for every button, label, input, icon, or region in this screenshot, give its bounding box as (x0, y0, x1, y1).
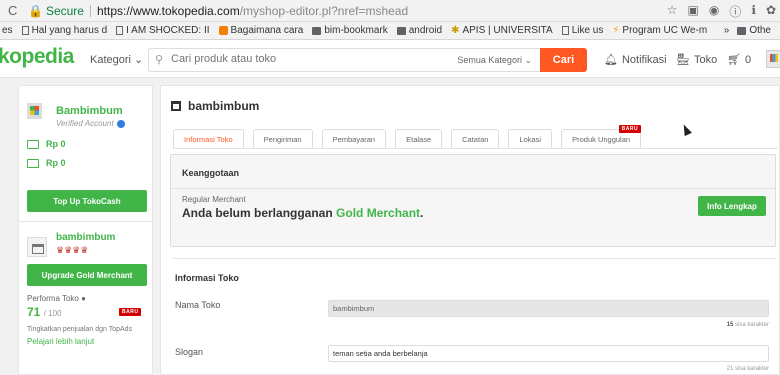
tab-produk-unggulan[interactable]: Produk Unggulan BARU (561, 125, 642, 149)
search-category-select[interactable]: Semua Kategori ⌄ (457, 55, 532, 66)
new-badge: BARU (618, 125, 642, 133)
folder-icon (737, 26, 747, 35)
topads-text: Tingkatkan penjualan dgn TopAds (27, 326, 133, 333)
browser-address-bar[interactable]: C 🔒 Secure https://www.tokopedia.com/mys… (0, 0, 780, 22)
tab-etalase[interactable]: Etalase (395, 129, 443, 149)
kategori-dropdown[interactable]: Kategori ⌄ (90, 53, 143, 66)
tab-informasi-toko[interactable]: Informasi Toko (173, 129, 244, 149)
slogan-label: Slogan (175, 347, 204, 357)
shop-avatar[interactable] (27, 237, 47, 257)
membership-box: Keanggotaan Regular Merchant Anda belum … (170, 154, 776, 247)
learn-more-link[interactable]: Pelajari lebih lanjut (27, 337, 94, 346)
user-avatar[interactable] (766, 50, 780, 68)
membership-status: Anda belum berlangganan Gold Merchant. (182, 206, 424, 220)
page-icon (21, 26, 29, 35)
store-icon (171, 101, 181, 111)
bookmark-item[interactable]: Bagaimana cara (218, 25, 303, 36)
lock-icon: 🔒 (28, 3, 43, 18)
bookmark-item[interactable]: Like us (561, 25, 603, 36)
section-divider (173, 258, 776, 259)
script-icon[interactable]: ℹ (751, 3, 756, 20)
reload-icon[interactable]: C (8, 3, 20, 18)
profile-avatar[interactable] (27, 103, 42, 119)
info-lengkap-button[interactable]: Info Lengkap (698, 196, 766, 216)
performa-value: 71 / 100 (27, 305, 62, 319)
tab-lokasi[interactable]: Lokasi (508, 129, 553, 149)
bookmarks-bar: es Hal yang harus d I AM SHOCKED: II Bag… (0, 22, 780, 40)
nama-toko-field (328, 300, 769, 317)
keanggotaan-heading: Keanggotaan (182, 168, 240, 178)
notifikasi-link[interactable]: 🔔︎ Notifikasi (604, 53, 667, 67)
reputation-medals-icon: ♛♛♛♛ (56, 245, 89, 255)
informasi-toko-heading: Informasi Toko (175, 273, 239, 283)
page-icon (561, 26, 569, 35)
folder-icon (312, 26, 322, 35)
tab-divider (173, 148, 778, 149)
tokocash-row[interactable]: Rp 0 (27, 158, 66, 168)
more-bookmarks[interactable]: » (724, 25, 730, 36)
bookmark-item[interactable]: ✱ APIS | UNIVERSITA (451, 25, 553, 36)
search-icon: ⚲ (155, 54, 164, 66)
bookmark-folder[interactable]: bim-bookmark (312, 25, 388, 36)
saldo-row[interactable]: Rp 0 (27, 139, 66, 149)
sidebar-divider (19, 221, 152, 222)
tab-bar: Informasi Toko Pengiriman Pembayaran Eta… (173, 125, 650, 149)
membership-type: Regular Merchant (182, 195, 246, 204)
store-icon: 🏪︎ (676, 54, 690, 66)
new-badge: BARU (119, 308, 142, 316)
secure-indicator[interactable]: 🔒 Secure (28, 4, 84, 18)
verified-account: Verified Account (56, 119, 125, 128)
verified-check-icon (116, 119, 125, 128)
nama-char-count: 15 sisa karakter (726, 322, 769, 328)
info-icon[interactable]: ● (81, 294, 86, 303)
other-bookmarks[interactable]: Othe (737, 25, 771, 36)
shop-name[interactable]: bambimbum (56, 232, 115, 243)
sidebar: Bambimbum Verified Account Rp 0 Rp 0 Top… (18, 85, 153, 375)
folder-icon (396, 26, 406, 35)
search-input[interactable] (171, 53, 411, 65)
info-icon[interactable]: ⓘ (729, 3, 741, 20)
uc-icon: ⚡ (612, 25, 620, 36)
upgrade-gold-merchant-button[interactable]: Upgrade Gold Merchant (27, 264, 147, 286)
bookmarks-overflow: » Othe (717, 25, 780, 36)
cart-link[interactable]: 🛒︎ 0 (727, 53, 751, 67)
page-title: bambimbum (171, 99, 259, 113)
browser-extension-icons: ☆ ▣ ◉ ⓘ ℹ ✿ (667, 3, 776, 20)
tab-catatan[interactable]: Catatan (451, 129, 500, 149)
extension-icon[interactable]: ◉ (709, 3, 719, 20)
search-box: ⚲ Semua Kategori ⌄ (148, 48, 540, 72)
tokocash-icon (27, 158, 39, 168)
bookmark-item[interactable]: I AM SHOCKED: II (116, 25, 210, 36)
nama-toko-label: Nama Toko (175, 300, 221, 310)
cart-icon: 🛒︎ (727, 54, 741, 66)
profile-name[interactable]: Bambimbum (56, 105, 123, 117)
tab-pembayaran[interactable]: Pembayaran (321, 129, 387, 149)
blogger-icon (218, 26, 228, 35)
gear-icon: ✱ (451, 25, 460, 36)
site-header: kopedia Kategori ⌄ ⚲ Semua Kategori ⌄ Ca… (0, 40, 780, 78)
bookmark-item[interactable]: Hal yang harus d (21, 25, 107, 36)
toko-link[interactable]: 🏪︎ Toko (676, 53, 717, 67)
performa-label: Performa Toko ● (27, 294, 86, 303)
chevron-down-icon: ⌄ (134, 54, 144, 66)
page-icon (116, 26, 124, 35)
membership-divider (171, 188, 775, 189)
bell-icon: 🔔︎ (604, 54, 618, 66)
topup-tokocash-button[interactable]: Top Up TokoCash (27, 190, 147, 212)
star-icon[interactable]: ☆ (667, 3, 678, 20)
bookmark-folder[interactable]: android (396, 25, 442, 36)
wallet-icon (27, 139, 39, 149)
url-separator (89, 4, 91, 17)
tokopedia-logo[interactable]: kopedia (0, 45, 74, 69)
settings-icon[interactable]: ✿ (766, 3, 776, 20)
bookmark-item[interactable]: ⚡ Program UC We-m (612, 25, 707, 36)
slogan-field[interactable] (328, 345, 769, 362)
search-button[interactable]: Cari (540, 48, 587, 72)
translate-icon[interactable]: ▣ (688, 3, 699, 20)
tab-pengiriman[interactable]: Pengiriman (252, 129, 313, 149)
url-text[interactable]: https://www.tokopedia.com/myshop-editor.… (97, 4, 408, 18)
bookmark-item[interactable]: es (2, 25, 13, 36)
slogan-char-count: 21 sisa karakter (726, 366, 769, 372)
